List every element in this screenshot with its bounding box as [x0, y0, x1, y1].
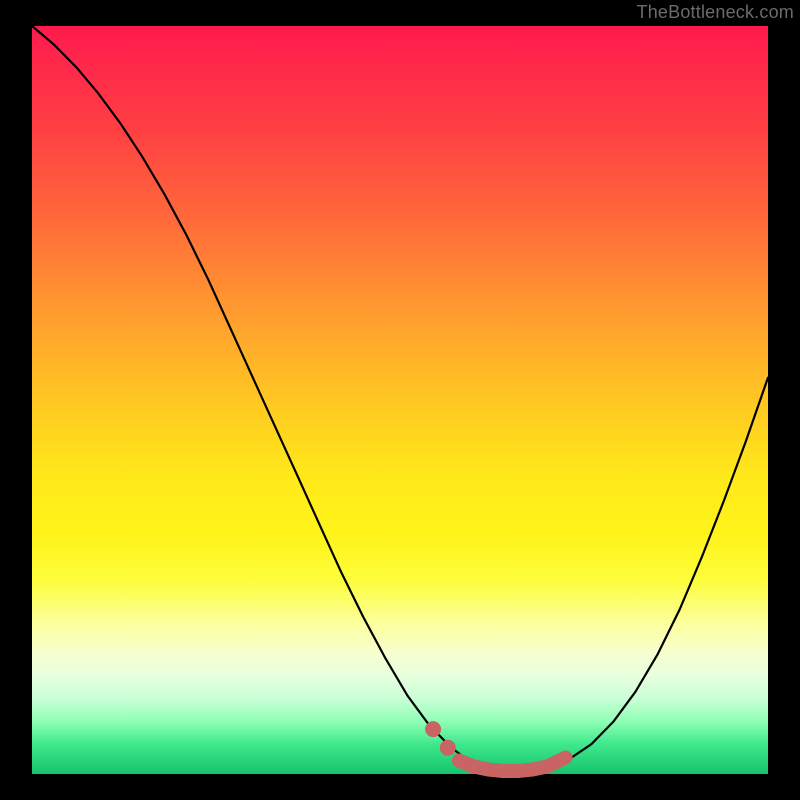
watermark-text: TheBottleneck.com: [637, 2, 794, 23]
chart-svg: [32, 26, 768, 774]
chart-plot-area: [32, 26, 768, 774]
outer-frame: TheBottleneck.com: [0, 0, 800, 800]
highlight-dot-2: [440, 740, 456, 756]
bottleneck-curve: [32, 26, 768, 772]
highlight-dot-1: [425, 721, 441, 737]
highlight-stroke: [459, 758, 566, 772]
